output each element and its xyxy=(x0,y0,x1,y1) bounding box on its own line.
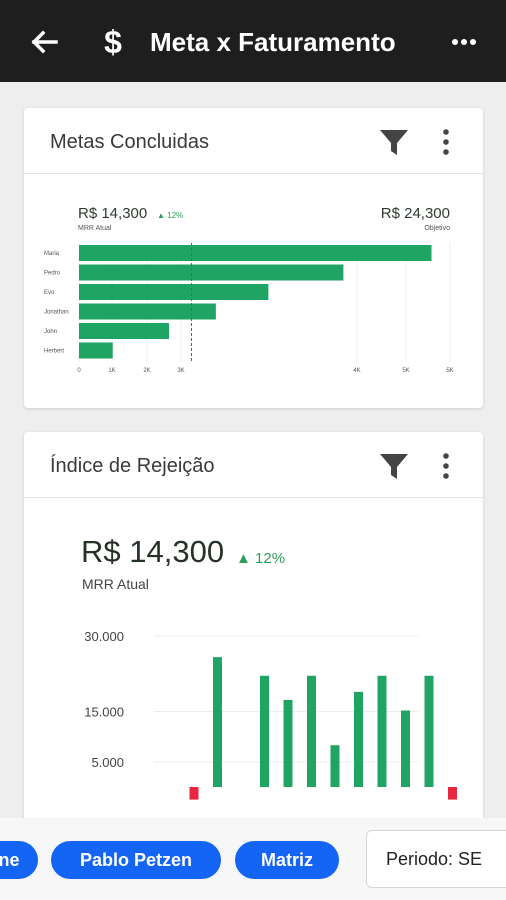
goals-card: Metas Concluidas R$ 14,300 ▲ 12% MRR Atu… xyxy=(24,108,483,408)
filter-chip-unit[interactable]: Matriz xyxy=(235,841,339,879)
x-tick-label: 1K xyxy=(108,368,115,374)
y-tick-label: 15.000 xyxy=(84,705,124,720)
delta-value: 12% xyxy=(255,550,286,567)
filter-button[interactable] xyxy=(376,448,412,484)
bar xyxy=(213,657,222,787)
goals-bar-chart: Maria Pedro Evo Jonathan John Herbert 0 1K 2K 3K 4… xyxy=(44,243,454,374)
filter-chip-bar: ne Pablo Petzen Matriz Periodo: SE xyxy=(0,818,506,900)
category-label: John xyxy=(44,329,57,335)
current-mrr-label: MRR Atual xyxy=(82,576,149,592)
bar xyxy=(377,675,387,787)
bar xyxy=(330,745,340,787)
arrow-left-icon xyxy=(31,30,58,54)
bar xyxy=(424,675,434,787)
current-mrr-label: MRR Atual xyxy=(78,225,112,232)
delta-badge: ▲ 12% xyxy=(236,550,286,567)
card-header: Metas Concluidas xyxy=(24,108,483,174)
rejection-bar-chart: 30.000 15.000 5.000 xyxy=(84,629,457,800)
period-selector[interactable]: Periodo: SE xyxy=(366,830,506,888)
bar xyxy=(307,675,316,787)
page-title: Meta x Faturamento xyxy=(150,27,396,57)
dollar-icon: $ xyxy=(104,24,122,60)
card-title: Metas Concluidas xyxy=(50,131,209,153)
bar xyxy=(283,699,293,787)
filter-icon xyxy=(380,130,408,155)
app-bar: $ Meta x Faturamento xyxy=(0,0,506,82)
bar xyxy=(189,787,199,800)
current-mrr-value: R$ 14,300 xyxy=(78,205,148,222)
target-value: R$ 24,300 xyxy=(380,205,450,222)
card-menu-button[interactable] xyxy=(428,124,464,160)
current-mrr-value: R$ 14,300 xyxy=(81,534,225,569)
more-options-button[interactable] xyxy=(444,22,484,62)
category-label: Herbert xyxy=(44,349,64,355)
more-horizontal-icon xyxy=(452,39,476,45)
card-title: Índice de Rejeição xyxy=(50,455,215,477)
bar xyxy=(79,284,269,300)
bar xyxy=(401,710,410,787)
x-tick-label: 0 xyxy=(77,368,81,374)
bar xyxy=(79,342,113,359)
bar xyxy=(260,675,269,787)
filter-chip[interactable]: ne xyxy=(0,841,38,879)
x-tick-label: 4K xyxy=(353,368,360,374)
card-menu-button[interactable] xyxy=(428,448,464,484)
bar xyxy=(79,245,432,261)
x-tick-label: 5K xyxy=(402,368,409,374)
category-label: Pedro xyxy=(44,271,61,277)
x-tick-label: 5K xyxy=(446,368,453,374)
category-label: Maria xyxy=(44,251,60,257)
bar xyxy=(79,264,344,281)
filter-icon xyxy=(380,454,408,479)
bar xyxy=(354,691,363,787)
target-label: Objetivo xyxy=(424,225,450,232)
card-header: Índice de Rejeição xyxy=(24,432,483,498)
back-button[interactable] xyxy=(24,22,64,62)
bar xyxy=(448,787,457,800)
x-tick-label: 3K xyxy=(177,368,184,374)
delta-value: 12% xyxy=(167,211,184,220)
more-vertical-icon xyxy=(443,453,449,479)
more-vertical-icon xyxy=(443,129,449,155)
rejection-card: Índice de Rejeição R$ 14,300 ▲ 12% MRR A… xyxy=(24,432,483,852)
filter-button[interactable] xyxy=(376,124,412,160)
bar xyxy=(79,303,216,320)
bar xyxy=(79,323,169,339)
y-tick-label: 30.000 xyxy=(84,629,124,644)
x-tick-label: 2K xyxy=(143,368,150,374)
filter-chip-user[interactable]: Pablo Petzen xyxy=(51,841,221,879)
category-label: Jonathan xyxy=(44,310,69,316)
delta-badge: ▲ 12% xyxy=(157,211,184,220)
category-label: Evo xyxy=(44,290,55,296)
y-tick-label: 5.000 xyxy=(91,755,124,770)
